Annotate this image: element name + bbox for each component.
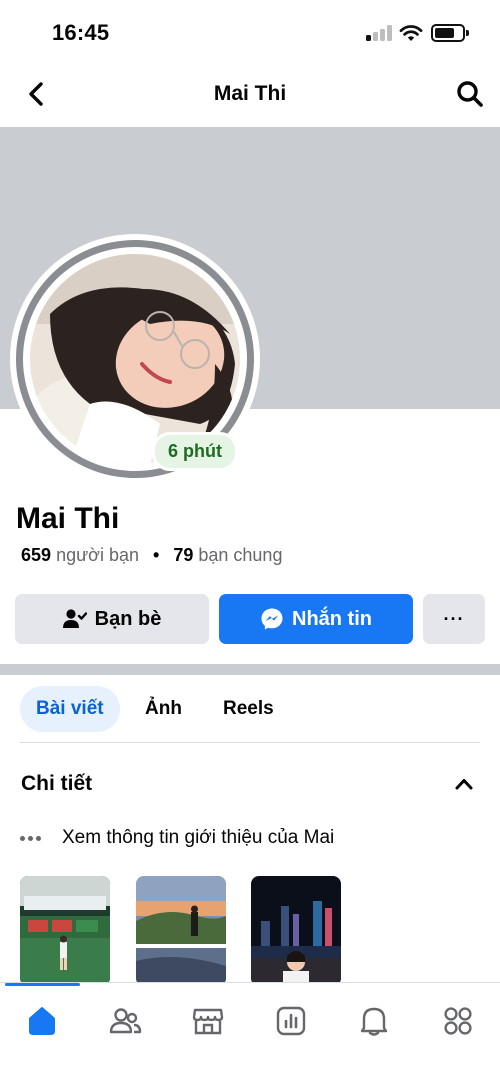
featured-photo-1[interactable] [20,876,110,986]
friends-summary[interactable]: 659 người bạn • 79 bạn chung [21,545,282,566]
bell-icon [360,1007,388,1036]
nav-marketplace[interactable] [188,1001,228,1041]
friends-icon [109,1008,142,1034]
status-bar: 16:45 [0,0,500,62]
more-dots-icon: ··· [443,608,465,629]
separator-dot: • [153,545,160,565]
messenger-icon [260,607,284,631]
tab-reels[interactable]: Reels [207,686,290,732]
battery-icon [431,24,469,42]
marketplace-icon [192,1008,224,1035]
tabs-divider [20,742,480,743]
profile-name: Mai Thi [16,502,120,535]
tab-photos[interactable]: Ảnh [129,686,198,732]
more-horizontal-icon [20,835,46,841]
nav-dashboard[interactable] [271,1001,311,1041]
nav-menu[interactable] [438,1001,478,1041]
about-info-link[interactable]: Xem thông tin giới thiệu của Mai [20,825,334,851]
message-button[interactable]: Nhắn tin [219,594,413,644]
friends-button-label: Bạn bè [94,607,162,630]
featured-photo-2[interactable] [136,876,226,986]
details-heading: Chi tiết [21,772,93,795]
wifi-icon [399,25,423,41]
friends-label: người bạn [56,545,139,565]
menu-grid-icon [444,1007,472,1035]
chevron-up-icon[interactable] [454,774,474,794]
nav-home[interactable] [22,1001,62,1041]
mutual-count: 79 [173,545,194,565]
section-divider [0,664,500,675]
nav-friends[interactable] [105,1001,145,1041]
about-info-label: Xem thông tin giới thiệu của Mai [62,827,335,848]
featured-photo-3[interactable] [251,876,341,986]
more-options-button[interactable]: ··· [423,594,485,644]
active-tab-indicator [5,983,80,986]
message-button-label: Nhắn tin [292,607,372,630]
profile-tabs: Bài viết Ảnh Reels [0,686,500,732]
friends-button[interactable]: Bạn bè [15,594,209,644]
bottom-navigation [0,982,500,1083]
home-icon [29,1007,55,1035]
status-time: 16:45 [52,20,110,45]
search-button[interactable] [452,76,488,112]
nav-notifications[interactable] [354,1001,394,1041]
dashboard-icon [276,1006,306,1036]
signal-icon [366,25,392,41]
search-icon [457,81,483,107]
friends-count: 659 [21,545,52,565]
friend-check-icon [62,608,87,630]
profile-header: Mai Thi [0,62,500,126]
active-status-badge: 6 phút [152,432,238,471]
page-title: Mai Thi [213,82,287,105]
mutual-label: bạn chung [198,545,283,565]
tab-posts[interactable]: Bài viết [20,686,120,732]
